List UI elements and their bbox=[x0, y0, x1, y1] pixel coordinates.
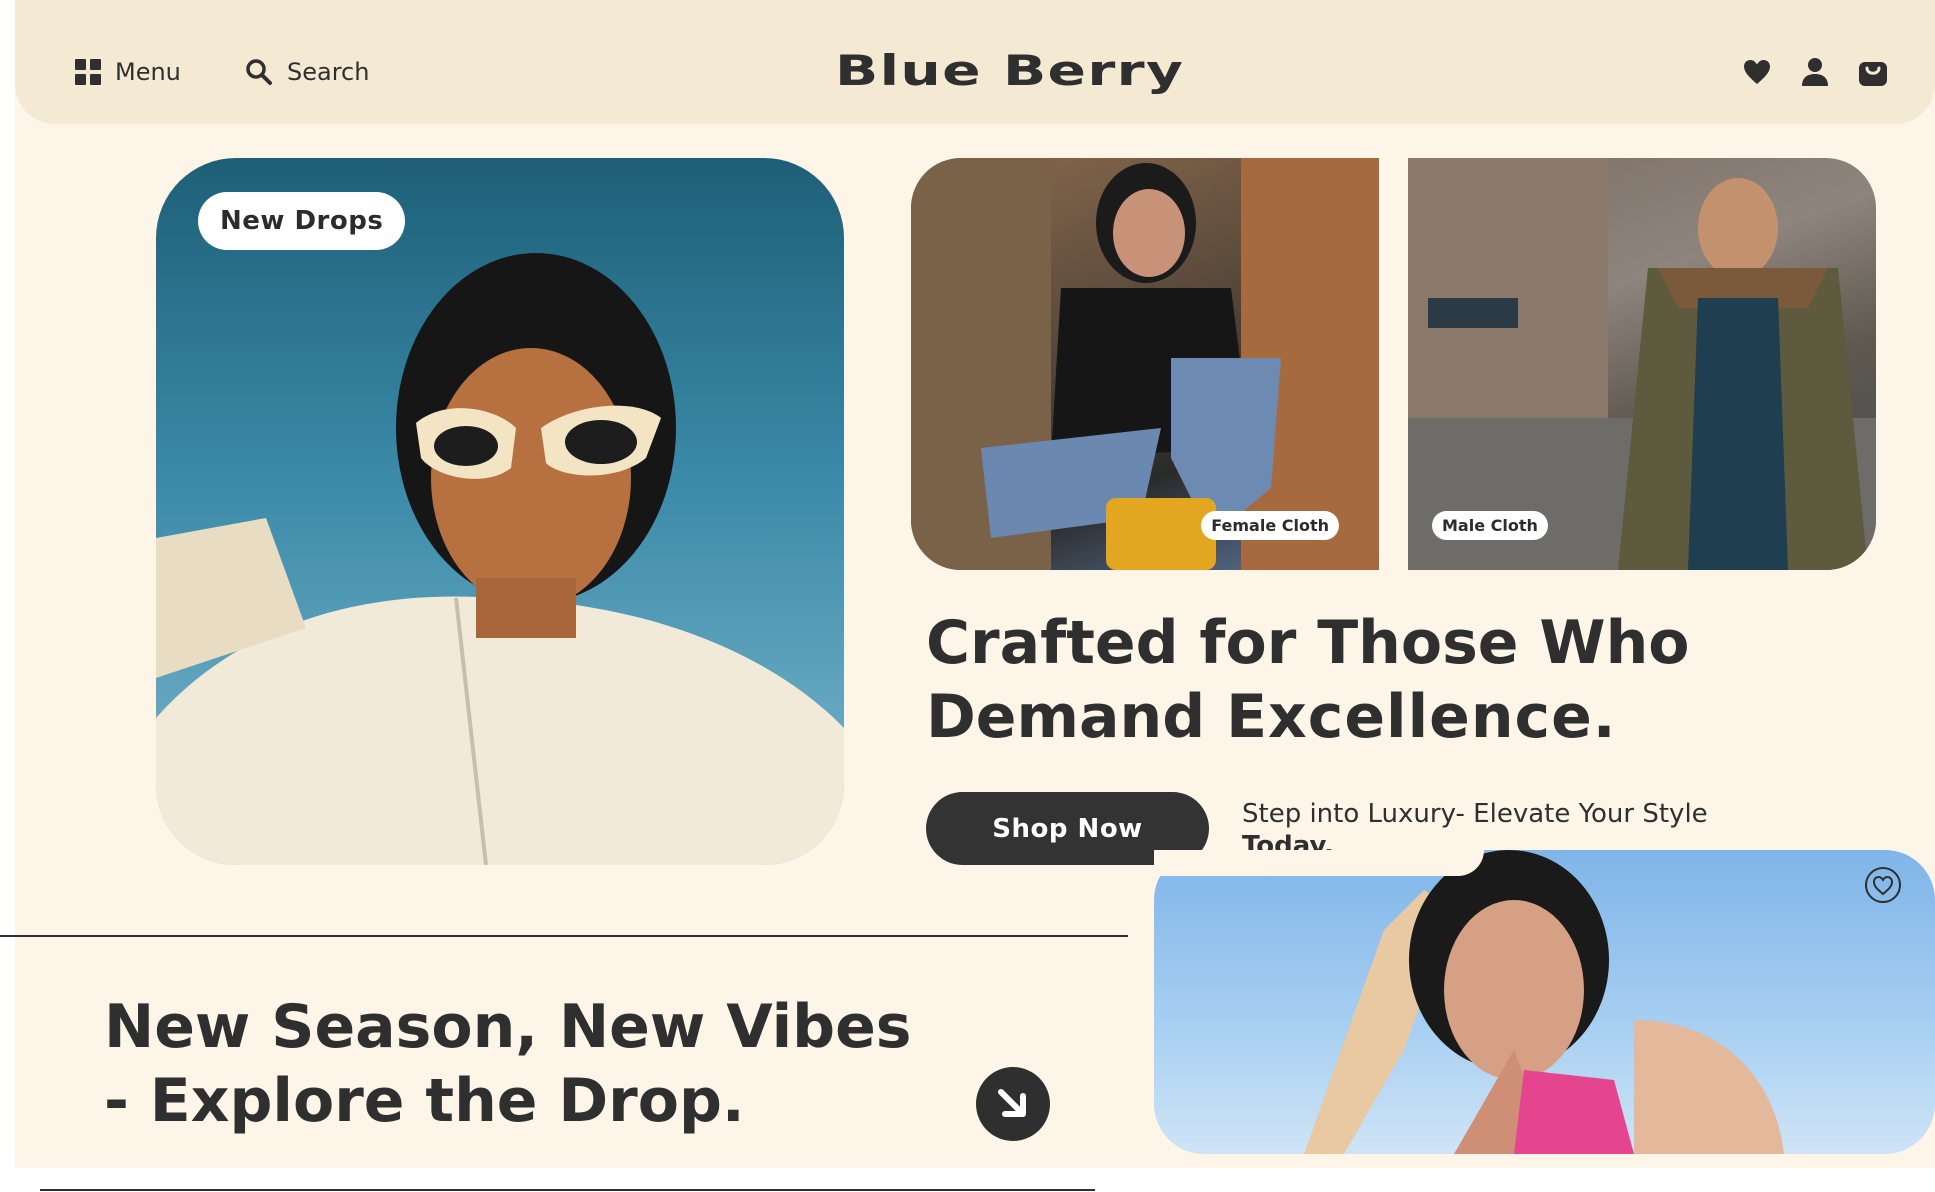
tagline-regular: Step into Luxury- Elevate Your Style bbox=[1242, 799, 1708, 829]
female-model-illustration bbox=[911, 158, 1379, 570]
female-cloth-label[interactable]: Female Cloth bbox=[1201, 511, 1339, 540]
search-button[interactable]: Search bbox=[245, 58, 369, 86]
arrow-down-right-icon bbox=[998, 1089, 1026, 1117]
favorite-heart-icon[interactable] bbox=[1864, 866, 1902, 904]
heart-icon[interactable] bbox=[1741, 56, 1773, 88]
promo-part1: New bbox=[104, 992, 272, 1062]
header-actions bbox=[1741, 56, 1889, 88]
headline-line2-regular: Demand bbox=[926, 682, 1227, 752]
promo-part4: Vibes bbox=[726, 992, 912, 1062]
bag-icon[interactable] bbox=[1857, 56, 1889, 88]
female-cloth-card[interactable]: Female Cloth bbox=[911, 158, 1379, 570]
male-model-illustration bbox=[1408, 158, 1876, 570]
menu-button[interactable]: Menu bbox=[75, 58, 181, 86]
model-sunglasses-illustration bbox=[156, 253, 844, 865]
headline-line2-bold: Excellence. bbox=[1226, 682, 1617, 752]
hero-image-card[interactable]: New Drops bbox=[156, 158, 844, 865]
divider-bottom bbox=[40, 1189, 1095, 1191]
promo-part3: , New bbox=[515, 992, 727, 1062]
male-cloth-label[interactable]: Male Cloth bbox=[1432, 511, 1548, 540]
promo-part2: Season bbox=[271, 992, 516, 1062]
search-label: Search bbox=[287, 58, 370, 86]
explore-arrow-button[interactable] bbox=[976, 1067, 1050, 1141]
featured-image-card[interactable] bbox=[1154, 850, 1935, 1154]
promo-part6: the Drop. bbox=[425, 1066, 745, 1136]
brand-logo[interactable]: Blue Berry bbox=[835, 46, 1184, 95]
grid-menu-icon bbox=[75, 59, 101, 85]
main-headline: Crafted for Those Who Demand Excellence. bbox=[926, 606, 1886, 754]
user-icon[interactable] bbox=[1799, 56, 1831, 88]
woman-model-illustration bbox=[1304, 850, 1784, 1154]
card-notch bbox=[1154, 850, 1484, 876]
top-navbar: Menu Search Blue Berry bbox=[15, 0, 1935, 124]
headline-line1: Crafted for Those Who bbox=[926, 608, 1690, 678]
menu-label: Menu bbox=[115, 58, 181, 86]
search-icon bbox=[246, 59, 272, 85]
male-cloth-card[interactable]: Male Cloth bbox=[1408, 158, 1876, 570]
promo-part5: - Explore bbox=[104, 1066, 426, 1136]
new-drops-badge[interactable]: New Drops bbox=[198, 192, 406, 250]
divider-top bbox=[0, 935, 1128, 937]
